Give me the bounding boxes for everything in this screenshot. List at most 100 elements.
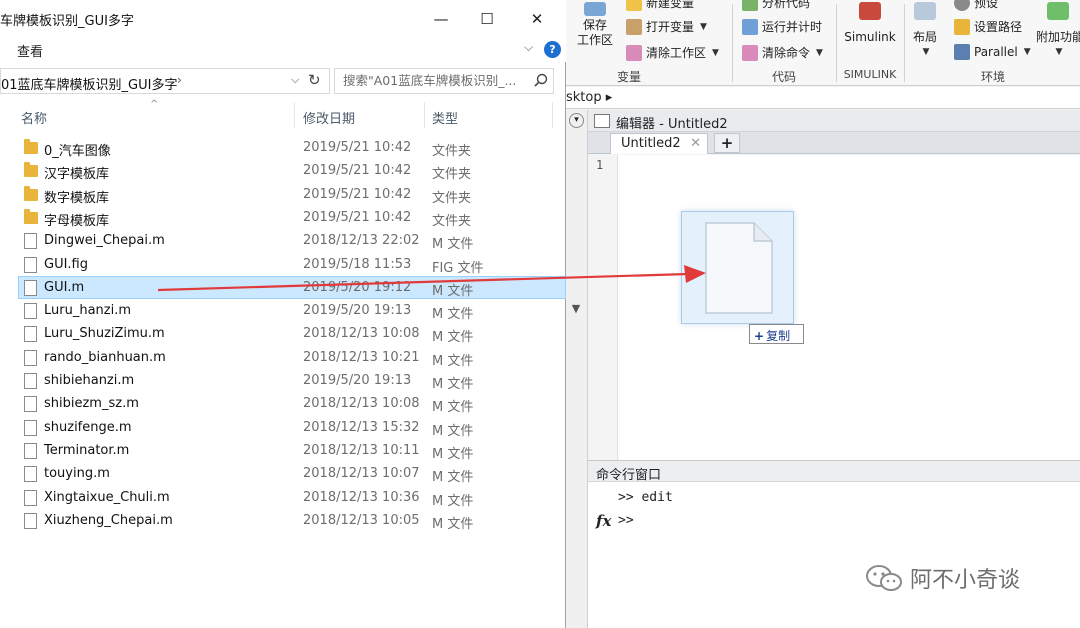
file-date: 2019/5/21 10:42 <box>303 209 412 225</box>
file-name: touying.m <box>44 466 110 482</box>
layout-button[interactable]: 布局 ▼ <box>910 2 940 60</box>
folder-icon <box>24 139 38 154</box>
sort-ascending-icon: ^ <box>150 99 159 110</box>
stopwatch-icon <box>742 18 758 35</box>
column-header-name[interactable]: 名称 <box>21 108 47 127</box>
column-header-type[interactable]: 类型 <box>432 108 458 127</box>
file-date: 2019/5/20 19:13 <box>303 373 412 388</box>
file-name: GUI.fig <box>44 256 88 272</box>
file-row[interactable]: 字母模板库 2019/5/21 10:42 文件夹 <box>0 206 566 229</box>
preferences-button[interactable]: 预设 <box>954 0 998 11</box>
chevron-right-icon[interactable]: › <box>177 73 182 87</box>
addons-label: 附加功能 <box>1036 30 1080 44</box>
file-row[interactable]: GUI.m 2019/5/20 19:12 M 文件 <box>18 275 566 299</box>
file-date: 2018/12/13 10:21 <box>303 349 420 365</box>
new-variable-button[interactable]: 新建变量 <box>626 0 694 11</box>
file-row[interactable]: Xiuzheng_Chepai.m 2018/12/13 10:05 M 文件 <box>0 509 566 532</box>
command-window[interactable]: >> edit fx >> <box>588 482 1080 628</box>
open-variable-button[interactable]: 打开变量 ▼ <box>626 18 707 35</box>
set-path-button[interactable]: 设置路径 <box>954 18 1022 35</box>
file-icon <box>24 326 37 343</box>
new-tab-button[interactable]: + <box>714 133 740 153</box>
command-history-line: >> edit <box>618 490 673 505</box>
ribbon-tab-view[interactable]: 查看 <box>17 41 43 60</box>
file-type: M 文件 <box>432 400 474 416</box>
help-icon[interactable]: ? <box>544 41 561 58</box>
explorer-titlebar[interactable]: 车牌模板识别_GUI多字 — ☐ ✕ <box>0 0 566 36</box>
addons-button[interactable]: 附加功能 ▼ <box>1036 2 1080 60</box>
simulink-label: Simulink <box>844 30 896 44</box>
simulink-icon <box>859 2 881 20</box>
folder-icon <box>954 18 970 35</box>
file-icon <box>24 279 37 296</box>
analyze-code-button[interactable]: 分析代码 <box>742 0 810 11</box>
chevron-down-icon[interactable]: ⌵ <box>524 40 533 55</box>
minimize-button[interactable]: — <box>418 8 464 30</box>
run-and-time-button[interactable]: 运行并计时 <box>742 18 822 35</box>
search-icon[interactable] <box>532 72 550 90</box>
chevron-down-icon[interactable]: ▼ <box>566 302 586 322</box>
line-number-gutter: 1 <box>592 155 618 460</box>
file-row[interactable]: 0_汽车图像 2019/5/21 10:42 文件夹 <box>0 136 566 159</box>
eraser-icon <box>626 44 642 61</box>
file-name: 汉字模板库 <box>44 167 110 183</box>
chevron-down-icon: ▼ <box>816 47 823 58</box>
close-button[interactable]: ✕ <box>514 8 560 30</box>
tab-untitled2[interactable]: Untitled2 ✕ <box>610 133 708 154</box>
file-row[interactable]: 数字模板库 2019/5/21 10:42 文件夹 <box>0 183 566 206</box>
editor-title: 编辑器 - Untitled2 <box>616 117 728 132</box>
file-row[interactable]: 汉字模板库 2019/5/21 10:42 文件夹 <box>0 159 566 182</box>
file-name: shibiezm_sz.m <box>44 396 139 412</box>
toolstrip-separator <box>836 4 837 82</box>
simulink-button[interactable]: Simulink <box>844 2 896 45</box>
layout-icon <box>914 2 936 20</box>
chevron-down-icon[interactable]: ⌵ <box>291 73 299 87</box>
command-window-label: 命令行窗口 <box>596 468 662 483</box>
window-title: 车牌模板识别_GUI多字 <box>0 14 134 29</box>
file-name: GUI.m <box>44 279 85 295</box>
file-type: M 文件 <box>432 237 474 253</box>
analyze-icon <box>742 0 758 11</box>
column-header-date[interactable]: 修改日期 <box>303 108 355 127</box>
column-divider[interactable] <box>294 102 295 128</box>
file-row[interactable]: shibiehanzi.m 2019/5/20 19:13 M 文件 <box>0 369 566 392</box>
search-box[interactable] <box>334 68 554 94</box>
file-row[interactable]: touying.m 2018/12/13 10:07 M 文件 <box>0 462 566 485</box>
fx-icon[interactable]: fx <box>596 512 611 530</box>
parallel-button[interactable]: Parallel ▼ <box>954 44 1031 60</box>
search-input[interactable] <box>343 73 523 88</box>
file-date: 2018/12/13 10:36 <box>303 489 420 505</box>
column-divider[interactable] <box>424 102 425 128</box>
chevron-down-icon[interactable]: ▾ <box>569 113 584 128</box>
code-editor[interactable]: 1 <box>592 155 1080 460</box>
explorer-ribbon: 查看 ⌵ ? <box>0 36 566 62</box>
file-row[interactable]: shuzifenge.m 2018/12/13 15:32 M 文件 <box>0 416 566 439</box>
toolstrip-separator <box>904 4 905 82</box>
file-icon <box>24 419 37 436</box>
address-bar[interactable]: 01蓝底车牌模板识别_GUI多字 › ⌵ ↻ <box>0 68 330 94</box>
clear-workspace-button[interactable]: 清除工作区 ▼ <box>626 44 719 61</box>
file-row[interactable]: Xingtaixue_Chuli.m 2018/12/13 10:36 M 文件 <box>0 486 566 509</box>
file-icon <box>24 373 37 389</box>
close-icon[interactable]: ✕ <box>690 136 701 151</box>
file-icon <box>24 349 37 366</box>
file-row[interactable]: Dingwei_Chepai.m 2018/12/13 22:02 M 文件 <box>0 229 566 252</box>
editor-tab-bar: Untitled2 ✕ + <box>588 132 1080 154</box>
save-workspace-button[interactable]: 保存 工作区 <box>574 2 616 48</box>
file-type: 文件夹 <box>432 190 472 206</box>
column-divider[interactable] <box>552 102 553 128</box>
file-row[interactable]: GUI.fig 2019/5/18 11:53 FIG 文件 <box>0 253 566 276</box>
column-header-row: ^ 名称 修改日期 类型 <box>0 99 566 130</box>
file-row[interactable]: Luru_ShuziZimu.m 2018/12/13 10:08 M 文件 <box>0 322 566 345</box>
file-row[interactable]: shibiezm_sz.m 2018/12/13 10:08 M 文件 <box>0 392 566 415</box>
maximize-button[interactable]: ☐ <box>464 8 510 30</box>
file-row[interactable]: Terminator.m 2018/12/13 10:11 M 文件 <box>0 439 566 462</box>
file-row[interactable]: rando_bianhuan.m 2018/12/13 10:21 M 文件 <box>0 346 566 369</box>
watermark: 阿不小奇谈 <box>864 562 1020 594</box>
editor-title-bar: 编辑器 - Untitled2 <box>588 110 1080 132</box>
refresh-icon[interactable]: ↻ <box>308 71 321 89</box>
clear-commands-button[interactable]: 清除命令 ▼ <box>742 44 823 61</box>
current-folder-path[interactable]: sktop ▸ <box>566 87 1080 109</box>
file-date: 2019/5/20 19:12 <box>303 279 412 295</box>
file-row[interactable]: Luru_hanzi.m 2019/5/20 19:13 M 文件 <box>0 299 566 322</box>
